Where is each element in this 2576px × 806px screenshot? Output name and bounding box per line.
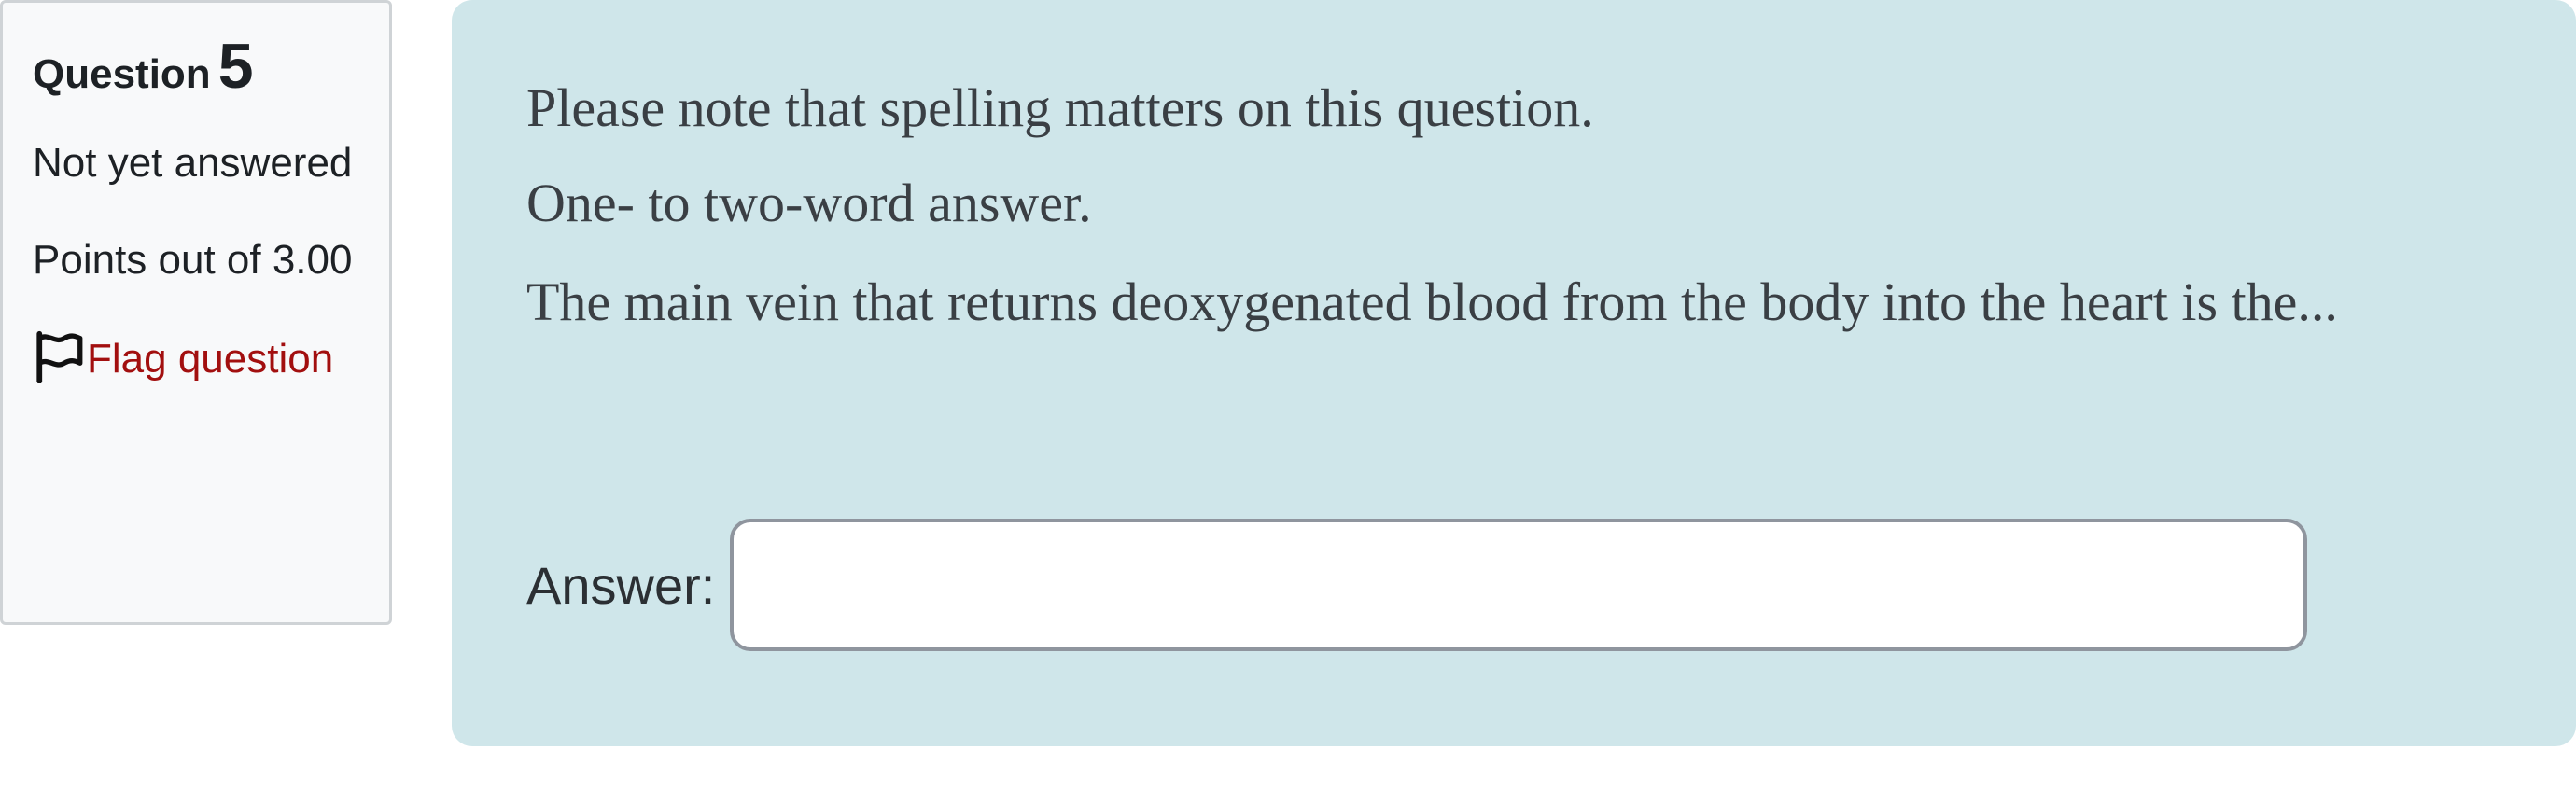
answer-input[interactable] [730, 519, 2308, 651]
flag-question-label[interactable]: Flag question [87, 336, 333, 382]
question-prompt: The main vein that returns deoxygenated … [526, 271, 2338, 332]
question-state: Not yet answered [33, 140, 353, 186]
flag-outline-icon[interactable] [33, 329, 87, 383]
question-info-panel: Question 5 Not yet answered Points out of… [0, 0, 392, 625]
answer-label: Answer: [526, 555, 716, 615]
question-grade: Points out of 3.00 [33, 237, 353, 283]
spelling-note: Please note that spelling matters on thi… [526, 77, 1594, 138]
question-content-panel: Please note that spelling matters on thi… [452, 0, 2576, 746]
question-number: 5 [217, 31, 254, 102]
question-number-heading: Question 5 [33, 35, 359, 98]
answer-row: Answer: [526, 519, 2308, 651]
flag-question-link[interactable]: Flag question [33, 326, 359, 393]
question-label: Question [33, 51, 211, 97]
question-text: Please note that spelling matters on thi… [526, 71, 2520, 343]
answer-length-note: One- to two-word answer. [526, 173, 1092, 233]
